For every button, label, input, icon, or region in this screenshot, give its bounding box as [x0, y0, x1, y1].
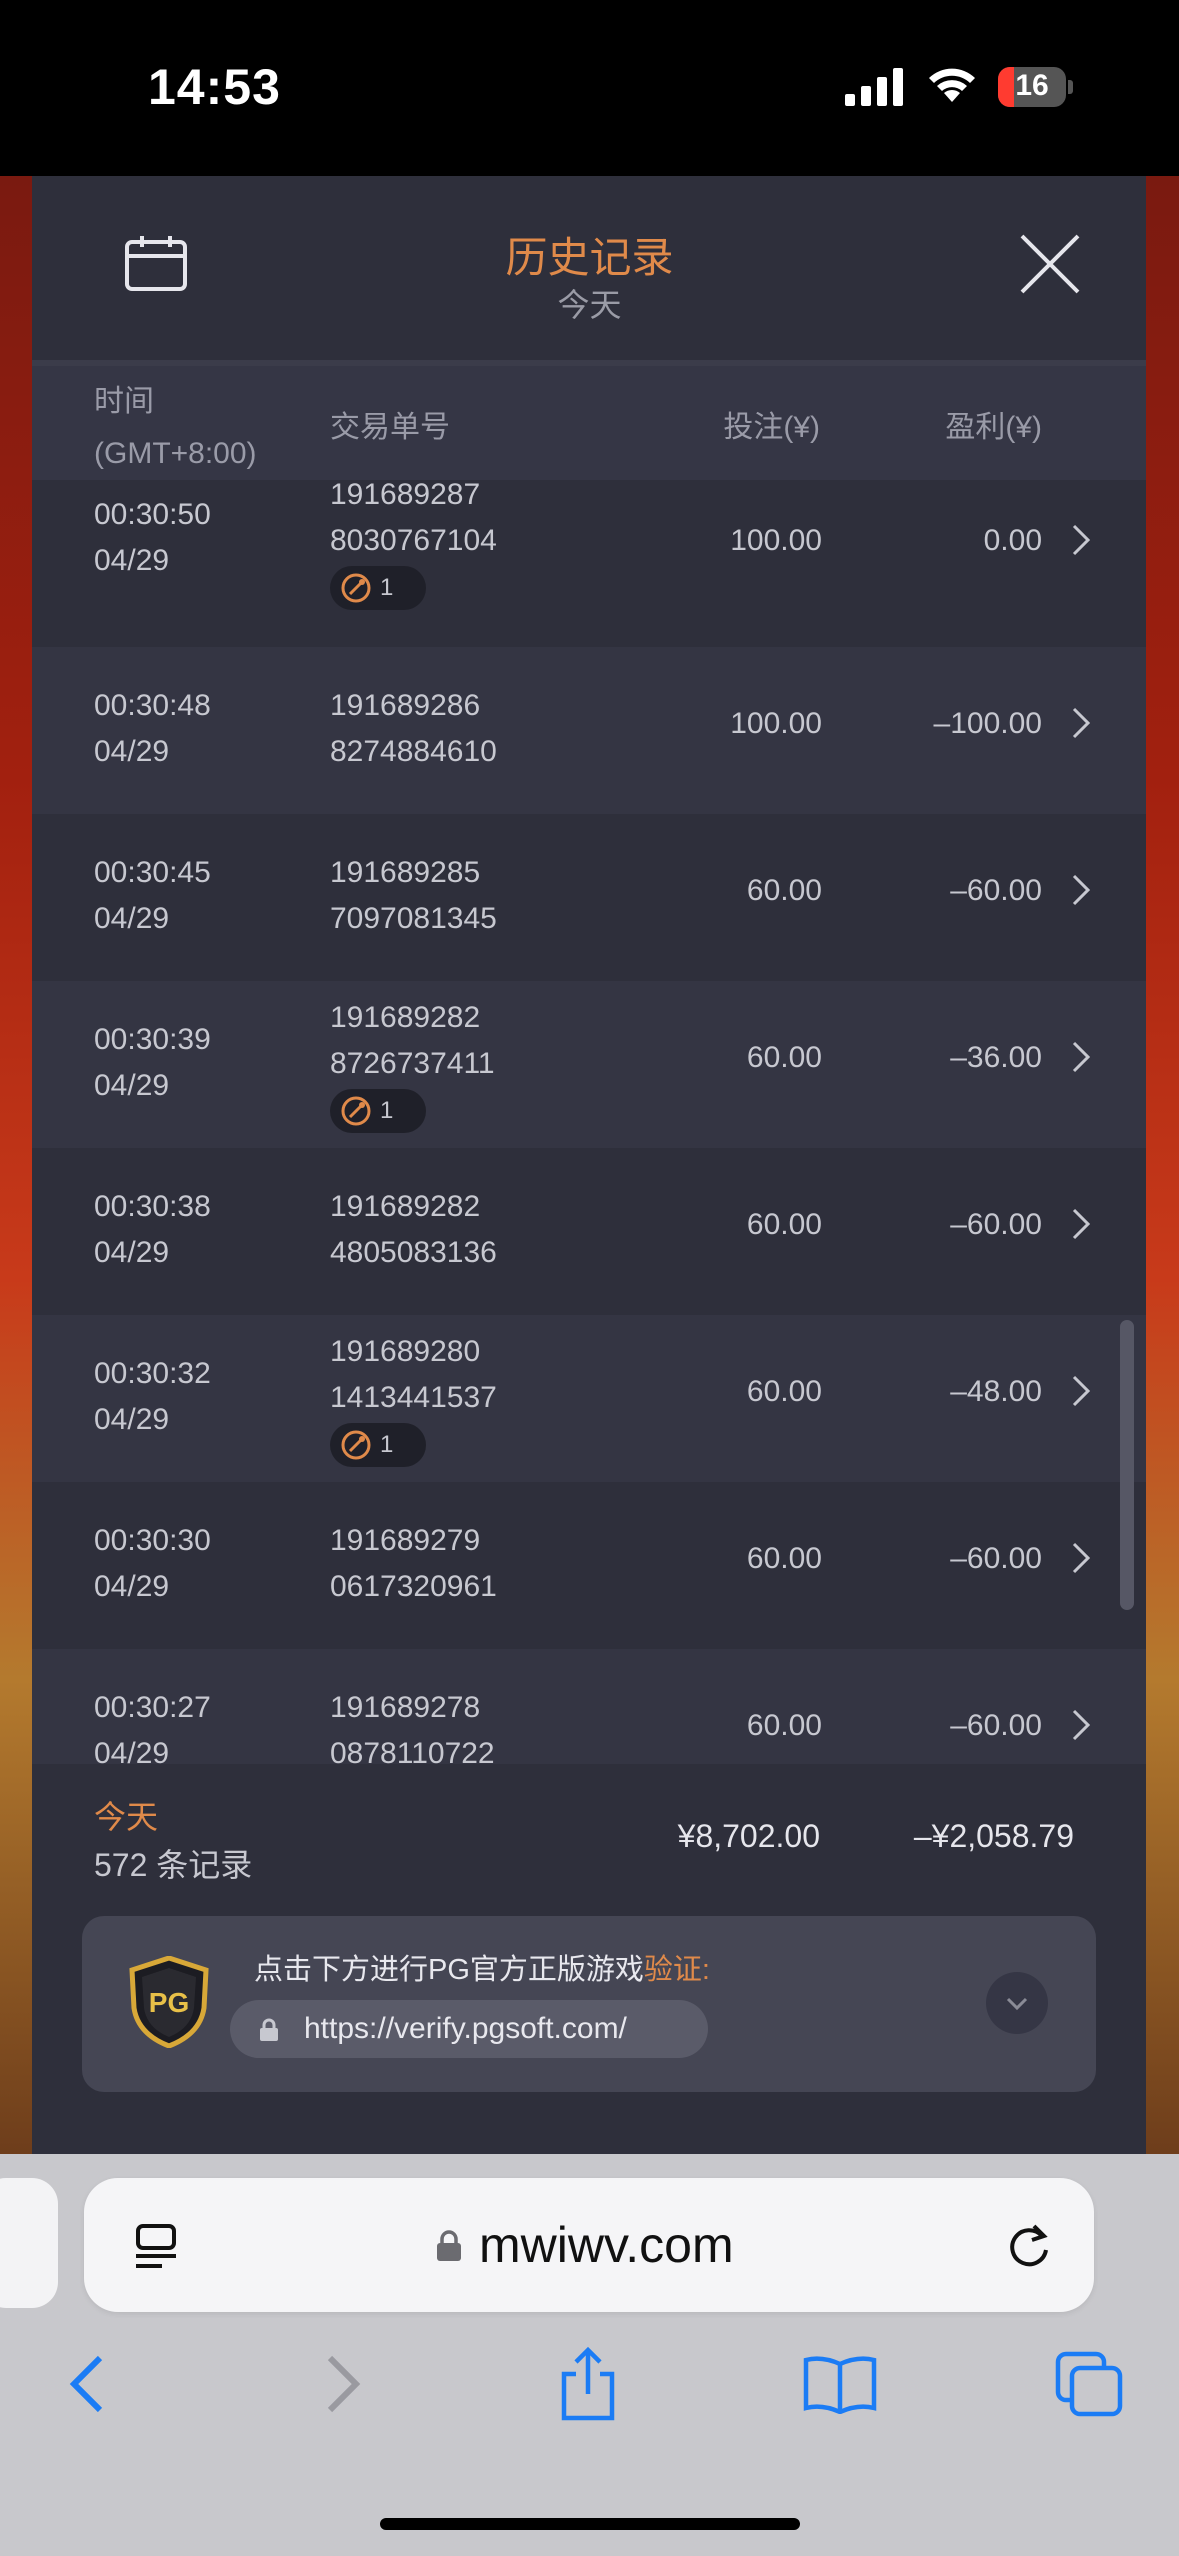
row-time: 00:30:38 04/29	[94, 1190, 211, 1269]
lock-icon	[260, 2018, 278, 2041]
row-profit: –60.00	[950, 1709, 1042, 1742]
free-spin-badge: 1	[330, 1089, 426, 1133]
col-time: 时间 (GMT+8:00)	[94, 385, 257, 470]
row-time: 00:30:32 04/29	[94, 1357, 211, 1436]
free-spin-badge: 1	[330, 566, 426, 610]
row-profit: –60.00	[950, 874, 1042, 907]
status-bar: 14:53 16	[0, 0, 1179, 176]
forward-icon[interactable]	[322, 2354, 364, 2414]
chevron-right-icon[interactable]	[1072, 707, 1090, 739]
chevron-right-icon[interactable]	[1072, 874, 1090, 906]
row-time: 00:30:50 04/29	[94, 498, 211, 577]
row-transaction-id: 191689280 1413441537	[330, 1335, 497, 1414]
row-profit: –36.00	[950, 1041, 1042, 1074]
row-transaction-id: 191689286 8274884610	[330, 689, 497, 768]
table-row[interactable]: 00:30:48 04/29 191689286 8274884610 100.00…	[32, 647, 1146, 814]
chevron-right-icon[interactable]	[1072, 1208, 1090, 1240]
free-spin-badge: 1	[330, 1423, 426, 1467]
table-row[interactable]: 00:30:38 04/29 191689282 4805083136 60.00 …	[32, 1148, 1146, 1315]
table-row[interactable]: 00:30:39 04/29 191689282 8726737411 1 60.0…	[32, 981, 1146, 1148]
table-row[interactable]: 00:30:45 04/29 191689285 7097081345 60.00 …	[32, 814, 1146, 981]
address-bar[interactable]: mwiwv.com	[84, 2178, 1094, 2312]
row-profit: –100.00	[933, 707, 1042, 740]
verify-link[interactable]: https://verify.pgsoft.com/	[230, 2000, 708, 2058]
row-bet: 100.00	[730, 707, 822, 740]
chevron-right-icon[interactable]	[1072, 1542, 1090, 1574]
row-transaction-id: 191689278 0878110722	[330, 1691, 495, 1764]
panel-title: 历史记录	[505, 234, 674, 281]
reload-icon[interactable]	[1004, 2220, 1054, 2272]
row-time: 00:30:30 04/29	[94, 1524, 211, 1603]
row-bet: 60.00	[746, 874, 822, 907]
col-bet: 投注(¥)	[723, 411, 820, 444]
lock-icon	[437, 2230, 461, 2261]
summary-period: 今天	[94, 1799, 159, 1835]
col-transaction-id: 交易单号	[330, 411, 450, 444]
table-row[interactable]: 00:30:32 04/29 191689280 1413441537 1 60.0…	[32, 1315, 1146, 1482]
share-icon[interactable]	[556, 2346, 620, 2422]
row-transaction-id: 191689285 7097081345	[330, 856, 497, 935]
verify-url: https://verify.pgsoft.com/	[304, 2012, 627, 2045]
row-transaction-id: 191689282 8726737411	[330, 1001, 495, 1080]
table-row[interactable]: 00:30:50 04/29 191689287 8030767104 1 100.…	[32, 480, 1146, 647]
chevron-right-icon[interactable]	[1072, 1709, 1090, 1741]
url-domain: mwiwv.com	[479, 2217, 734, 2273]
browser-toolbar: mwiwv.com	[0, 2154, 1179, 2556]
expand-toggle[interactable]	[986, 1972, 1048, 2034]
svg-text:PG: PG	[149, 1987, 189, 2018]
row-bet: 100.00	[730, 524, 822, 557]
history-list[interactable]: 00:30:50 04/29 191689287 8030767104 1 100.…	[32, 480, 1146, 1764]
total-profit: –¥2,058.79	[913, 1818, 1074, 1854]
close-icon[interactable]	[1018, 232, 1082, 296]
battery-level: 16	[1015, 69, 1049, 102]
chevron-right-icon[interactable]	[1072, 1375, 1090, 1407]
clock: 14:53	[148, 59, 281, 115]
spin-icon	[341, 573, 371, 603]
row-time: 00:30:39 04/29	[94, 1023, 211, 1102]
table-row[interactable]: 00:30:30 04/29 191689279 0617320961 60.00 …	[32, 1482, 1146, 1649]
bookmarks-icon[interactable]	[802, 2354, 878, 2414]
row-time: 00:30:45 04/29	[94, 856, 211, 935]
row-bet: 60.00	[746, 1709, 822, 1742]
chevron-down-icon	[1006, 1997, 1028, 2011]
table-header: 时间 (GMT+8:00) 交易单号 投注(¥) 盈利(¥)	[32, 366, 1146, 480]
back-icon[interactable]	[66, 2354, 108, 2414]
panel-subtitle: 今天	[557, 287, 622, 323]
chevron-right-icon[interactable]	[1072, 524, 1090, 556]
col-profit: 盈利(¥)	[945, 411, 1042, 444]
cellular-signal-icon	[845, 68, 903, 106]
battery-icon: 16	[998, 67, 1073, 107]
home-indicator[interactable]	[380, 2518, 800, 2530]
row-bet: 60.00	[746, 1208, 822, 1241]
scrollbar[interactable]	[1120, 1320, 1134, 1610]
row-time: 00:30:27 04/29	[94, 1691, 211, 1764]
total-bet: ¥8,702.00	[677, 1818, 820, 1854]
spin-icon	[341, 1430, 371, 1460]
row-profit: –60.00	[950, 1208, 1042, 1241]
page-menu-icon[interactable]	[132, 2222, 180, 2274]
row-bet: 60.00	[746, 1041, 822, 1074]
row-profit: –48.00	[950, 1375, 1042, 1408]
row-bet: 60.00	[746, 1542, 822, 1575]
chevron-right-icon[interactable]	[1072, 1041, 1090, 1073]
verify-text: 点击下方进行PG官方正版游戏验证:	[254, 1954, 710, 1986]
row-profit: –60.00	[950, 1542, 1042, 1575]
row-transaction-id: 191689282 4805083136	[330, 1190, 497, 1269]
row-transaction-id: 191689287 8030767104	[330, 480, 497, 557]
record-count: 572 条记录	[94, 1847, 253, 1883]
spin-icon	[341, 1096, 371, 1126]
tabs-icon[interactable]	[1054, 2350, 1124, 2418]
table-row[interactable]: 00:30:27 04/29 191689278 0878110722 60.00 …	[32, 1649, 1146, 1764]
pg-shield-logo: PG	[129, 1956, 209, 2048]
row-profit: 0.00	[983, 524, 1042, 557]
wifi-icon	[929, 68, 975, 102]
row-time: 00:30:48 04/29	[94, 689, 211, 768]
row-transaction-id: 191689279 0617320961	[330, 1524, 497, 1603]
previous-tab-pill[interactable]	[0, 2178, 58, 2308]
verify-banner[interactable]: PG 点击下方进行PG官方正版游戏验证: https://verify.pgso…	[82, 1916, 1096, 2092]
row-bet: 60.00	[746, 1375, 822, 1408]
